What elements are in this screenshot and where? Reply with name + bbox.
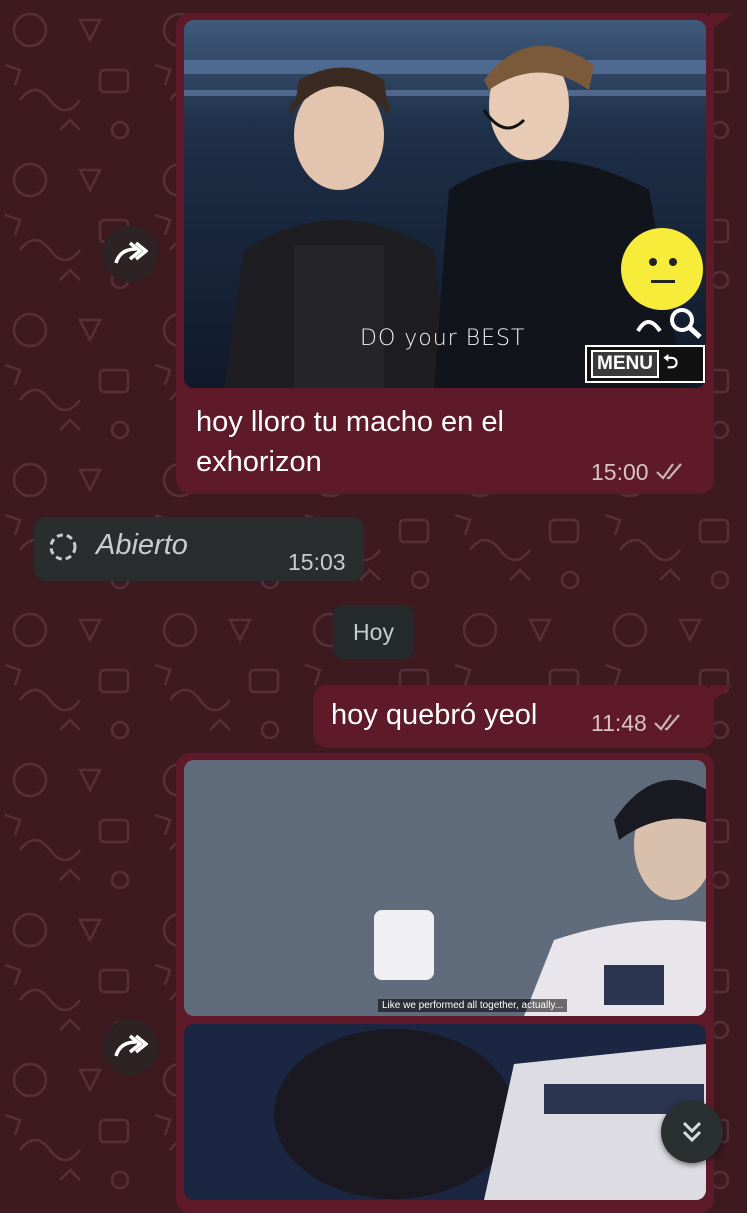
view-once-status: Abierto (96, 529, 188, 561)
scroll-to-bottom-button[interactable] (661, 1101, 723, 1163)
video-subtitle: Like we performed all together, actually… (378, 999, 568, 1012)
message-timestamp: 15:00 (591, 459, 685, 486)
return-arrow-icon: ⮌ (662, 352, 679, 373)
forward-icon (114, 241, 148, 264)
search-zoom-icon (636, 308, 702, 339)
image-overlay-menu: MENU ⮌ (585, 345, 705, 383)
bubble-tail (710, 13, 734, 31)
day-divider: Hoy (333, 605, 414, 659)
forward-button[interactable] (102, 1019, 158, 1075)
bubble-tail (710, 685, 734, 703)
forward-button[interactable] (102, 226, 158, 282)
view-once-icon (49, 533, 77, 561)
message-text-line: hoy lloro tu macho en el (196, 406, 504, 438)
message-timestamp: 15:03 (288, 549, 346, 576)
message-time: 11:48 (591, 710, 647, 736)
message-text: hoy quebró yeol (331, 699, 538, 731)
message-image[interactable] (184, 1024, 706, 1200)
menu-label: MENU (591, 350, 659, 378)
neutral-face-icon (621, 228, 703, 310)
image-overlay-caption: DO your BEST (360, 326, 526, 351)
double-check-icon (653, 710, 683, 737)
concert-photo (184, 1024, 706, 1200)
double-check-icon (655, 459, 685, 486)
message-time: 15:00 (591, 459, 649, 485)
chevron-double-down-icon (682, 1121, 702, 1143)
message-image[interactable] (184, 760, 706, 1016)
concert-photo (184, 760, 706, 1016)
message-timestamp: 11:48 (591, 710, 683, 737)
message-time: 15:03 (288, 549, 346, 575)
forward-icon (114, 1034, 148, 1057)
